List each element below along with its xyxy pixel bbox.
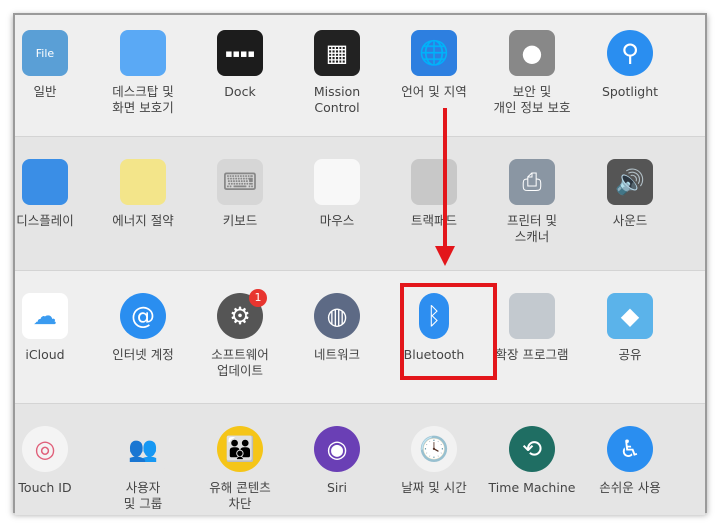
bluetooth-highlight-box (400, 283, 497, 380)
security-house-icon: ● (509, 30, 555, 76)
icloud-icon: ☁ (22, 293, 68, 339)
system-preferences-window: File 일반 데스크탑 및 화면 보호기 ▪▪▪▪ Dock ▦ Mission Cont… (13, 13, 707, 515)
pref-item[interactable]: ● 보안 및 개인 정보 보호 (484, 30, 580, 116)
annotation-arrowhead (435, 246, 455, 266)
date-time-clock-icon: 🕓 (411, 426, 457, 472)
pref-item[interactable]: ◎ Touch ID (0, 426, 93, 496)
mouse-icon (314, 159, 360, 205)
pref-item-label: 손쉬운 사용 (599, 480, 661, 495)
pref-item-label: 마우스 (319, 213, 355, 228)
keyboard-icon: ⌨ (217, 159, 263, 205)
pref-item-label: Time Machine (488, 480, 576, 495)
pref-item[interactable]: ⚙ 1 소프트웨어 업데이트 (192, 289, 288, 379)
pref-item[interactable]: 👥 사용자 및 그룹 (95, 426, 191, 512)
speaker-icon: 🔊 (607, 159, 653, 205)
pref-item-label: 확장 프로그램 (495, 347, 569, 362)
touch-id-fingerprint-icon: ◎ (22, 426, 68, 472)
pref-item[interactable]: ◍ 네트워크 (289, 293, 385, 363)
pref-item-label: Mission Control (313, 84, 361, 115)
pref-item[interactable]: 데스크탑 및 화면 보호기 (95, 30, 191, 116)
pref-item[interactable]: ⌨ 키보드 (192, 159, 288, 229)
sharing-folder-icon: ◆ (607, 293, 653, 339)
network-globe-icon: ◍ (314, 293, 360, 339)
pref-row: ☁ iCloud @ 인터넷 계정 ⚙ 1 소프트웨어 업데이트 ◍ 네트워크 ᛒ Bluetoot… (15, 270, 705, 403)
desktop-screensaver-icon (120, 30, 166, 76)
pref-item-label: Dock (224, 84, 256, 99)
pref-item-label: 공유 (618, 347, 642, 362)
dock-icon: ▪▪▪▪ (217, 30, 263, 76)
pref-item[interactable]: ⟲ Time Machine (484, 426, 580, 496)
pref-item[interactable]: ♿ 손쉬운 사용 (582, 426, 678, 496)
users-groups-icon: 👥 (120, 426, 166, 472)
pref-item[interactable]: 마우스 (289, 159, 385, 229)
time-machine-icon: ⟲ (509, 426, 555, 472)
pref-item-label: Touch ID (18, 480, 72, 495)
pref-item[interactable]: ⚲ Spotlight (582, 30, 678, 100)
language-region-flag-icon: 🌐 (411, 30, 457, 76)
pref-item[interactable]: ◆ 공유 (582, 293, 678, 363)
pref-item[interactable]: @ 인터넷 계정 (95, 293, 191, 363)
pref-item-label: 트랙패드 (410, 213, 457, 228)
pref-item[interactable]: 🌐 언어 및 지역 (386, 30, 482, 100)
pref-item[interactable]: 확장 프로그램 (484, 293, 580, 363)
software-update-gear-icon: ⚙ 1 (217, 289, 267, 339)
pref-item[interactable]: 🕓 날짜 및 시간 (386, 426, 482, 496)
pref-item-label: 사운드 (612, 213, 648, 228)
general-icon: File (22, 30, 68, 76)
update-count-badge: 1 (249, 289, 267, 307)
pref-item-label: 네트워크 (313, 347, 360, 362)
pref-item[interactable]: File 일반 (0, 30, 93, 100)
accessibility-icon: ♿ (607, 426, 653, 472)
internet-accounts-at-icon: @ (120, 293, 166, 339)
pref-item[interactable]: ▦ Mission Control (289, 30, 385, 116)
trackpad-icon (411, 159, 457, 205)
pref-row: 디스플레이 에너지 절약 ⌨ 키보드 마우스 트랙패드 ⎙ 프린터 및 스캐너 🔊 사운드 (15, 136, 705, 270)
pref-item-label: 보안 및 개인 정보 보호 (493, 84, 571, 115)
extensions-puzzle-icon (509, 293, 555, 339)
pref-row: File 일반 데스크탑 및 화면 보호기 ▪▪▪▪ Dock ▦ Mission Cont… (15, 15, 705, 136)
pref-item-label: 키보드 (222, 213, 258, 228)
pref-item-label: iCloud (25, 347, 65, 362)
pref-item-label: 유해 콘텐츠 차단 (209, 480, 271, 511)
pref-item[interactable]: 트랙패드 (386, 159, 482, 229)
pref-item-label: 날짜 및 시간 (401, 480, 467, 495)
pref-item[interactable]: 🔊 사운드 (582, 159, 678, 229)
pref-item-label: 데스크탑 및 화면 보호기 (112, 84, 174, 115)
pref-item-label: Spotlight (601, 84, 659, 99)
pref-item[interactable]: ☁ iCloud (0, 293, 93, 363)
pref-item-label: 인터넷 계정 (112, 347, 174, 362)
energy-bulb-icon (120, 159, 166, 205)
pref-item[interactable]: ▪▪▪▪ Dock (192, 30, 288, 100)
pref-item[interactable]: ⎙ 프린터 및 스캐너 (484, 159, 580, 245)
parental-controls-icon: 👪 (217, 426, 263, 472)
spotlight-magnifier-icon: ⚲ (607, 30, 653, 76)
pref-item-label: Siri (326, 480, 348, 495)
pref-item-label: 일반 (33, 84, 57, 99)
printer-icon: ⎙ (509, 159, 555, 205)
siri-icon: ◉ (314, 426, 360, 472)
pref-item[interactable]: ◉ Siri (289, 426, 385, 496)
pref-item-label: 언어 및 지역 (401, 84, 467, 99)
pref-item-label: 사용자 및 그룹 (123, 480, 163, 511)
pref-item-label: 소프트웨어 업데이트 (211, 347, 269, 378)
pref-item-label: 에너지 절약 (112, 213, 174, 228)
pref-item[interactable]: 디스플레이 (0, 159, 93, 229)
pref-item[interactable]: 에너지 절약 (95, 159, 191, 229)
mission-control-icon: ▦ (314, 30, 360, 76)
pref-item-label: 프린터 및 스캐너 (507, 213, 557, 244)
pref-row: ◎ Touch ID 👥 사용자 및 그룹 👪 유해 콘텐츠 차단 ◉ Siri 🕓 날짜 및 시… (15, 403, 705, 515)
annotation-arrow (443, 108, 447, 248)
display-monitor-icon (22, 159, 68, 205)
pref-item-label: 디스플레이 (16, 213, 74, 228)
pref-item[interactable]: 👪 유해 콘텐츠 차단 (192, 426, 288, 512)
